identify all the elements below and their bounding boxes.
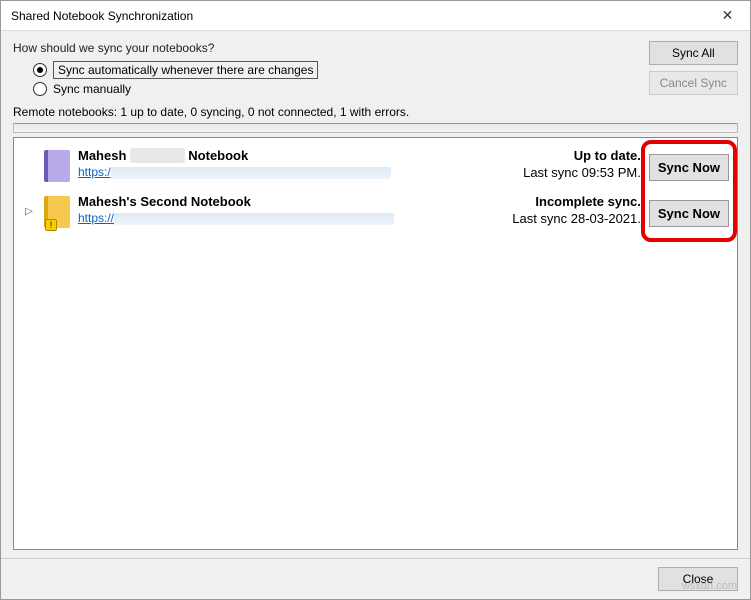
notebook-link[interactable]: https:// [78, 211, 473, 225]
cancel-sync-button: Cancel Sync [649, 71, 738, 95]
chevron-right-icon: ▷ [25, 206, 33, 217]
notebook-status: Incomplete sync. Last sync 28-03-2021. [481, 194, 641, 226]
status-sub: Last sync 28-03-2021. [481, 211, 641, 226]
notebook-link[interactable]: https:/ [78, 165, 473, 179]
notebook-icon [44, 150, 70, 182]
notebook-icon: ! [44, 196, 70, 228]
sync-question: How should we sync your notebooks? [13, 41, 639, 55]
divider [13, 123, 738, 133]
sync-now-button[interactable]: Sync Now [649, 200, 729, 227]
notebook-row: Mahesh xxxxxxx Notebook https:/ Up to da… [18, 142, 733, 188]
radio-manual-label: Sync manually [53, 82, 131, 96]
notebook-title: Mahesh xxxxxxx Notebook [78, 148, 473, 163]
radio-auto-label: Sync automatically whenever there are ch… [53, 61, 318, 79]
redacted-url [114, 213, 394, 225]
status-summary: Remote notebooks: 1 up to date, 0 syncin… [13, 105, 738, 119]
notebook-row: ▷ ! Mahesh's Second Notebook https:// In… [18, 188, 733, 234]
expand-toggle[interactable]: ▷ [22, 194, 36, 217]
watermark: wsxdn.com [682, 580, 737, 592]
redacted-url [111, 167, 391, 179]
sync-all-button[interactable]: Sync All [649, 41, 738, 65]
status-sub: Last sync 09:53 PM. [481, 165, 641, 180]
radio-auto-row[interactable]: Sync automatically whenever there are ch… [33, 61, 639, 79]
warning-icon: ! [45, 219, 57, 231]
notebook-status: Up to date. Last sync 09:53 PM. [481, 148, 641, 180]
status-main: Incomplete sync. [481, 194, 641, 209]
dialog-title: Shared Notebook Synchronization [11, 9, 705, 23]
notebook-title: Mahesh's Second Notebook [78, 194, 473, 209]
radio-auto[interactable] [33, 63, 47, 77]
redacted-text: xxxxxxx [130, 148, 185, 163]
radio-manual[interactable] [33, 82, 47, 96]
dialog-content: How should we sync your notebooks? Sync … [1, 31, 750, 558]
titlebar: Shared Notebook Synchronization ✕ [1, 1, 750, 31]
radio-manual-row[interactable]: Sync manually [33, 82, 639, 96]
close-icon[interactable]: ✕ [705, 1, 750, 31]
dialog-footer: Close [1, 558, 750, 599]
expand-placeholder [22, 148, 36, 160]
status-main: Up to date. [481, 148, 641, 163]
sync-now-button[interactable]: Sync Now [649, 154, 729, 181]
sync-dialog: Shared Notebook Synchronization ✕ How sh… [0, 0, 751, 600]
notebook-list: Mahesh xxxxxxx Notebook https:/ Up to da… [13, 137, 738, 550]
